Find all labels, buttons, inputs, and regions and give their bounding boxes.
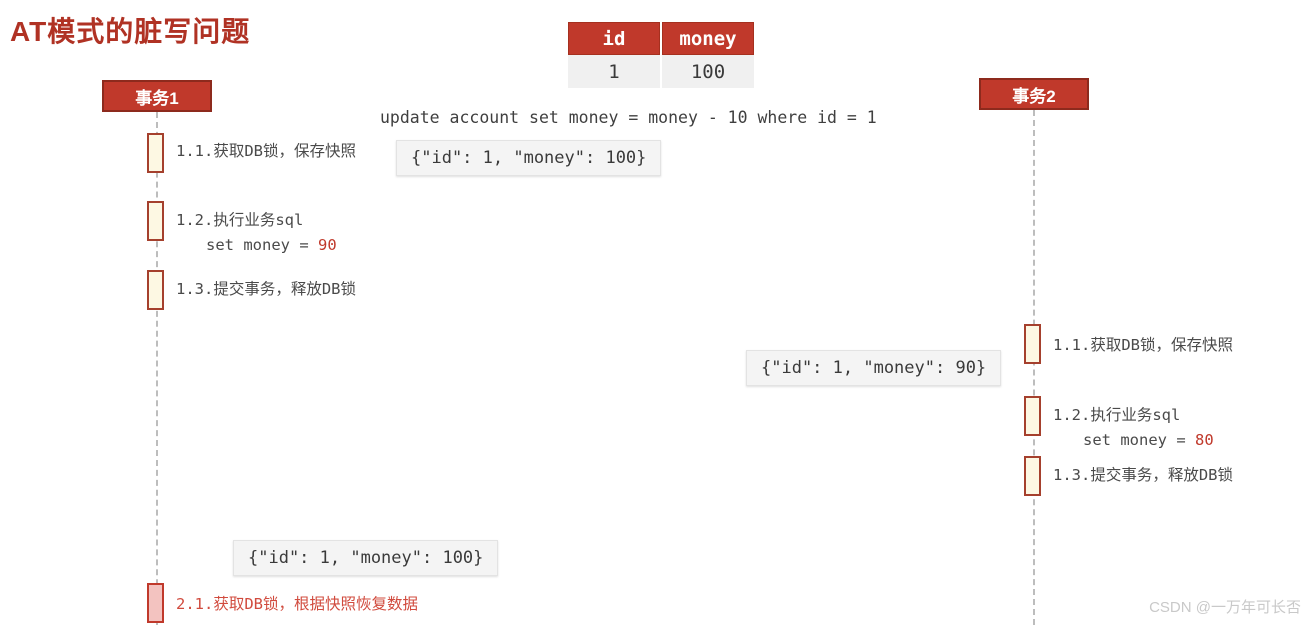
step-t1-1-3: 1.3.提交事务，释放DB锁 — [176, 277, 356, 302]
step-t2-1-1: 1.1.获取DB锁，保存快照 — [1053, 333, 1233, 358]
activation-t2-step-1-2 — [1024, 396, 1041, 436]
step-t2-1-2-value: 80 — [1194, 431, 1214, 449]
activation-t2-step-1-1 — [1024, 324, 1041, 364]
actor-transaction-2-label: 事务2 — [1012, 86, 1056, 106]
table-header-id: id — [568, 22, 660, 55]
table-row: 1 100 — [568, 55, 754, 88]
activation-t1-step-1-1 — [147, 133, 164, 173]
table-cell-id: 1 — [568, 55, 660, 88]
lifeline-transaction-2 — [1033, 110, 1035, 625]
table-cell-money: 100 — [662, 55, 754, 88]
step-t2-1-2-sql-text: set money = — [1083, 431, 1195, 449]
step-t2-1-2-sql: set money = 80 — [1053, 428, 1214, 453]
actor-transaction-1: 事务1 — [102, 80, 212, 112]
step-t2-1-2: 1.2.执行业务sql set money = 80 — [1053, 403, 1214, 453]
actor-transaction-1-label: 事务1 — [135, 88, 179, 108]
step-t1-1-2-sql-text: set money = — [206, 236, 318, 254]
table-header-money: money — [662, 22, 754, 55]
diagram-canvas: AT模式的脏写问题 id money 1 100 update account … — [0, 0, 1315, 625]
watermark: CSDN @一万年可长否 — [1149, 599, 1301, 616]
activation-t1-step-1-2 — [147, 201, 164, 241]
table-header-row: id money — [568, 22, 754, 55]
step-t1-1-1-label: 1.1.获取DB锁，保存快照 — [176, 142, 356, 160]
step-t2-1-1-label: 1.1.获取DB锁，保存快照 — [1053, 336, 1233, 354]
step-t1-1-2-value: 90 — [317, 236, 337, 254]
snapshot-t2-before: {"id": 1, "money": 90} — [746, 350, 1002, 386]
snapshot-t1-restore: {"id": 1, "money": 100} — [233, 540, 499, 576]
step-t1-1-2-label: 1.2.执行业务sql — [176, 211, 304, 229]
snapshot-t1-before: {"id": 1, "money": 100} — [396, 140, 662, 176]
step-t1-1-1: 1.1.获取DB锁，保存快照 — [176, 139, 356, 164]
step-t1-1-2: 1.2.执行业务sql set money = 90 — [176, 208, 337, 258]
lifeline-transaction-1 — [156, 112, 158, 625]
activation-t2-step-1-3 — [1024, 456, 1041, 496]
activation-t1-step-1-3 — [147, 270, 164, 310]
actor-transaction-2: 事务2 — [979, 78, 1089, 110]
step-t2-1-3: 1.3.提交事务，释放DB锁 — [1053, 463, 1233, 488]
account-table: id money 1 100 — [568, 22, 754, 88]
step-t1-1-2-sql: set money = 90 — [176, 233, 337, 258]
step-t2-1-3-label: 1.3.提交事务，释放DB锁 — [1053, 466, 1233, 484]
step-t1-1-3-label: 1.3.提交事务，释放DB锁 — [176, 280, 356, 298]
page-title: AT模式的脏写问题 — [10, 16, 251, 47]
step-t1-2-1-label: 2.1.获取DB锁，根据快照恢复数据 — [176, 595, 418, 613]
activation-t1-step-2-1 — [147, 583, 164, 623]
step-t2-1-2-label: 1.2.执行业务sql — [1053, 406, 1181, 424]
sql-statement: update account set money = money - 10 wh… — [380, 108, 877, 127]
step-t1-2-1: 2.1.获取DB锁，根据快照恢复数据 — [176, 592, 418, 617]
